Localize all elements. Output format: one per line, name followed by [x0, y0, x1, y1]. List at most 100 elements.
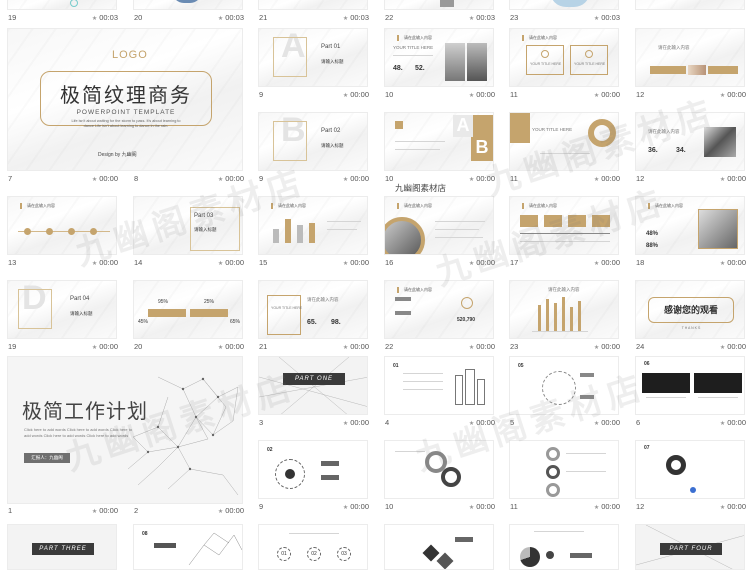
- slide-thumb-circle-diagram[interactable]: 05: [509, 356, 619, 415]
- slide-thumb-columns[interactable]: 请在此输入内容: [509, 280, 619, 339]
- slide-thumb-timeline[interactable]: 请在此输入内容: [7, 196, 117, 255]
- pct-95: 95%: [158, 299, 169, 305]
- slide-number: 9: [259, 502, 264, 511]
- donut-chart: [666, 455, 686, 475]
- slide-thumb-percent-grid[interactable]: 95% 25% 45% 65%: [133, 280, 243, 339]
- text-line: [534, 531, 584, 532]
- slide-thumb-bulb[interactable]: 请在此输入内容 520,790: [384, 280, 494, 339]
- slide-number: 11: [510, 502, 518, 511]
- slide-thumb-part04[interactable]: D Part 04 请输入标题: [7, 280, 117, 339]
- building-sketch: [455, 375, 463, 405]
- timer-icon: ★: [342, 93, 349, 99]
- photo-hands: [688, 65, 706, 75]
- slide-thumb-part-one[interactable]: PART ONE: [258, 356, 368, 415]
- label-tag: [395, 297, 411, 301]
- slide-thumb-target[interactable]: 02: [258, 440, 368, 499]
- slide-thumb-donut[interactable]: 07: [635, 440, 745, 499]
- slide-thumb-dark-cards[interactable]: 06: [635, 356, 745, 415]
- text-line: [327, 221, 361, 222]
- slide-thumb-three-circles[interactable]: 01 02 03: [258, 524, 368, 570]
- slide-number: 14: [134, 258, 143, 267]
- slide-number: 7: [8, 174, 13, 183]
- timer-icon: ★: [468, 16, 475, 22]
- slide-thumb-photo-info[interactable]: 请在此输入内容: [635, 28, 745, 87]
- chart-bar: [285, 219, 291, 243]
- chart-bar: [309, 223, 315, 243]
- slide-number: 8: [134, 174, 139, 183]
- reporter-badge: 汇报人：九幽阁: [24, 453, 70, 463]
- divider: [393, 55, 433, 56]
- step-dot: [546, 551, 554, 559]
- slide-number: 12: [636, 174, 645, 183]
- slide-duration: ★ 00:00: [342, 174, 369, 183]
- text-line: [435, 229, 479, 230]
- slide-thumb-part-three[interactable]: PART THREE: [7, 524, 117, 570]
- timer-icon: ★: [91, 261, 98, 267]
- slide-thumb-23-top[interactable]: [509, 0, 619, 10]
- pct-48: 48%: [646, 231, 659, 237]
- slide-thumb-stats[interactable]: 请在此输入内容 YOUR TITLE HERE 48. 52.: [384, 28, 494, 87]
- text-line: [540, 153, 590, 154]
- cover-slide-minimal-business[interactable]: LOGO 极简纹理商务 POWERPOINT TEMPLATE Life isn…: [7, 28, 243, 171]
- part-sub: 请输入标题: [70, 311, 93, 316]
- slide-number: 17: [510, 258, 519, 267]
- icon-tile: [592, 215, 610, 227]
- stat-36: 36.: [648, 147, 658, 154]
- slide-thumb-19-top[interactable]: [7, 0, 117, 10]
- slide-number: 6: [636, 418, 641, 427]
- gold-block: [473, 115, 493, 137]
- slide-thumb-21-top[interactable]: [258, 0, 368, 10]
- slide-thumb-percent-photo[interactable]: 请在此输入内容 48% 88%: [635, 196, 745, 255]
- pct-88: 88%: [646, 243, 659, 249]
- cover-slide-work-plan[interactable]: 极简工作计划 Click here to add words Click her…: [7, 356, 243, 504]
- slide-duration: ★ 00:00: [217, 174, 244, 183]
- slide-thumb-buildings[interactable]: 01: [384, 356, 494, 415]
- slide-thumb-part01[interactable]: A Part 01 请输入标题: [258, 28, 368, 87]
- slide-thumb-24-top[interactable]: [635, 0, 745, 10]
- timer-icon: ★: [593, 345, 600, 351]
- timer-icon: ★: [91, 509, 98, 515]
- gold-bar: [510, 113, 530, 143]
- slide-thumb-numbers-photo[interactable]: 请在此输入内容 36. 34.: [635, 112, 745, 171]
- slide-number-label: 06: [644, 361, 650, 367]
- frame-title: YOUR TITLE HERE: [271, 306, 303, 310]
- timer-icon: ★: [468, 261, 475, 267]
- slide-thumb-22-top[interactable]: [384, 0, 494, 10]
- label-tag: [321, 475, 339, 480]
- slide-thumb-part02[interactable]: B Part 02 请输入标题: [258, 112, 368, 171]
- slide-duration: ★ 00:03: [217, 13, 244, 22]
- slide-thumb-four-icons[interactable]: 请在此输入内容: [509, 196, 619, 255]
- timer-icon: ★: [593, 177, 600, 183]
- icon-tile: [520, 215, 538, 227]
- pie-chart: [520, 547, 540, 567]
- slide-number: 21: [259, 342, 268, 351]
- text-line: [403, 389, 443, 390]
- slide-header: 请在此输入内容: [648, 203, 683, 209]
- slide-thumb-gold-ring[interactable]: YOUR TITLE HERE: [509, 112, 619, 171]
- slide-thumb-ring-chart[interactable]: [384, 440, 494, 499]
- slide-thumb-runner-sketch[interactable]: 08: [133, 524, 243, 570]
- slide-thumb-progress-rings[interactable]: [509, 440, 619, 499]
- slide-thumb-two-cards[interactable]: 请在此输入内容 YOUR TITLE HERE YOUR TITLE HERE: [509, 28, 619, 87]
- slide-number: 2: [134, 506, 139, 515]
- slide-thumb-hexagons[interactable]: [384, 524, 494, 570]
- slide-thumb-circle-photo[interactable]: 请在此输入内容: [384, 196, 494, 255]
- column-bar: [554, 303, 557, 331]
- column-bar: [562, 297, 565, 331]
- gold-frame: [18, 289, 52, 329]
- slide-number: 18: [636, 258, 645, 267]
- slide-number-label: 02: [267, 447, 273, 453]
- slide-thumb-part-four[interactable]: PART FOUR: [635, 524, 745, 570]
- slide-thumb-pie-steps[interactable]: [509, 524, 619, 570]
- slide-thumb-part03[interactable]: Part 03 请输入标题: [133, 196, 243, 255]
- timer-icon: ★: [217, 509, 224, 515]
- network-lines: [259, 357, 367, 414]
- slide-thumb-title-stats[interactable]: YOUR TITLE HERE 请在此输入内容 65. 98.: [258, 280, 368, 339]
- slide-thumb-bar-chart[interactable]: 请在此输入内容: [258, 196, 368, 255]
- timer-icon: ★: [719, 93, 726, 99]
- slide-thumb-letter-blocks[interactable]: A B: [384, 112, 494, 171]
- slide-thumb-20-top[interactable]: [133, 0, 243, 10]
- gold-frame: [273, 121, 307, 161]
- slide-thumb-thanks[interactable]: 感谢您的观看 T H A N K S: [635, 280, 745, 339]
- slide-duration: ★ 00:00: [468, 342, 495, 351]
